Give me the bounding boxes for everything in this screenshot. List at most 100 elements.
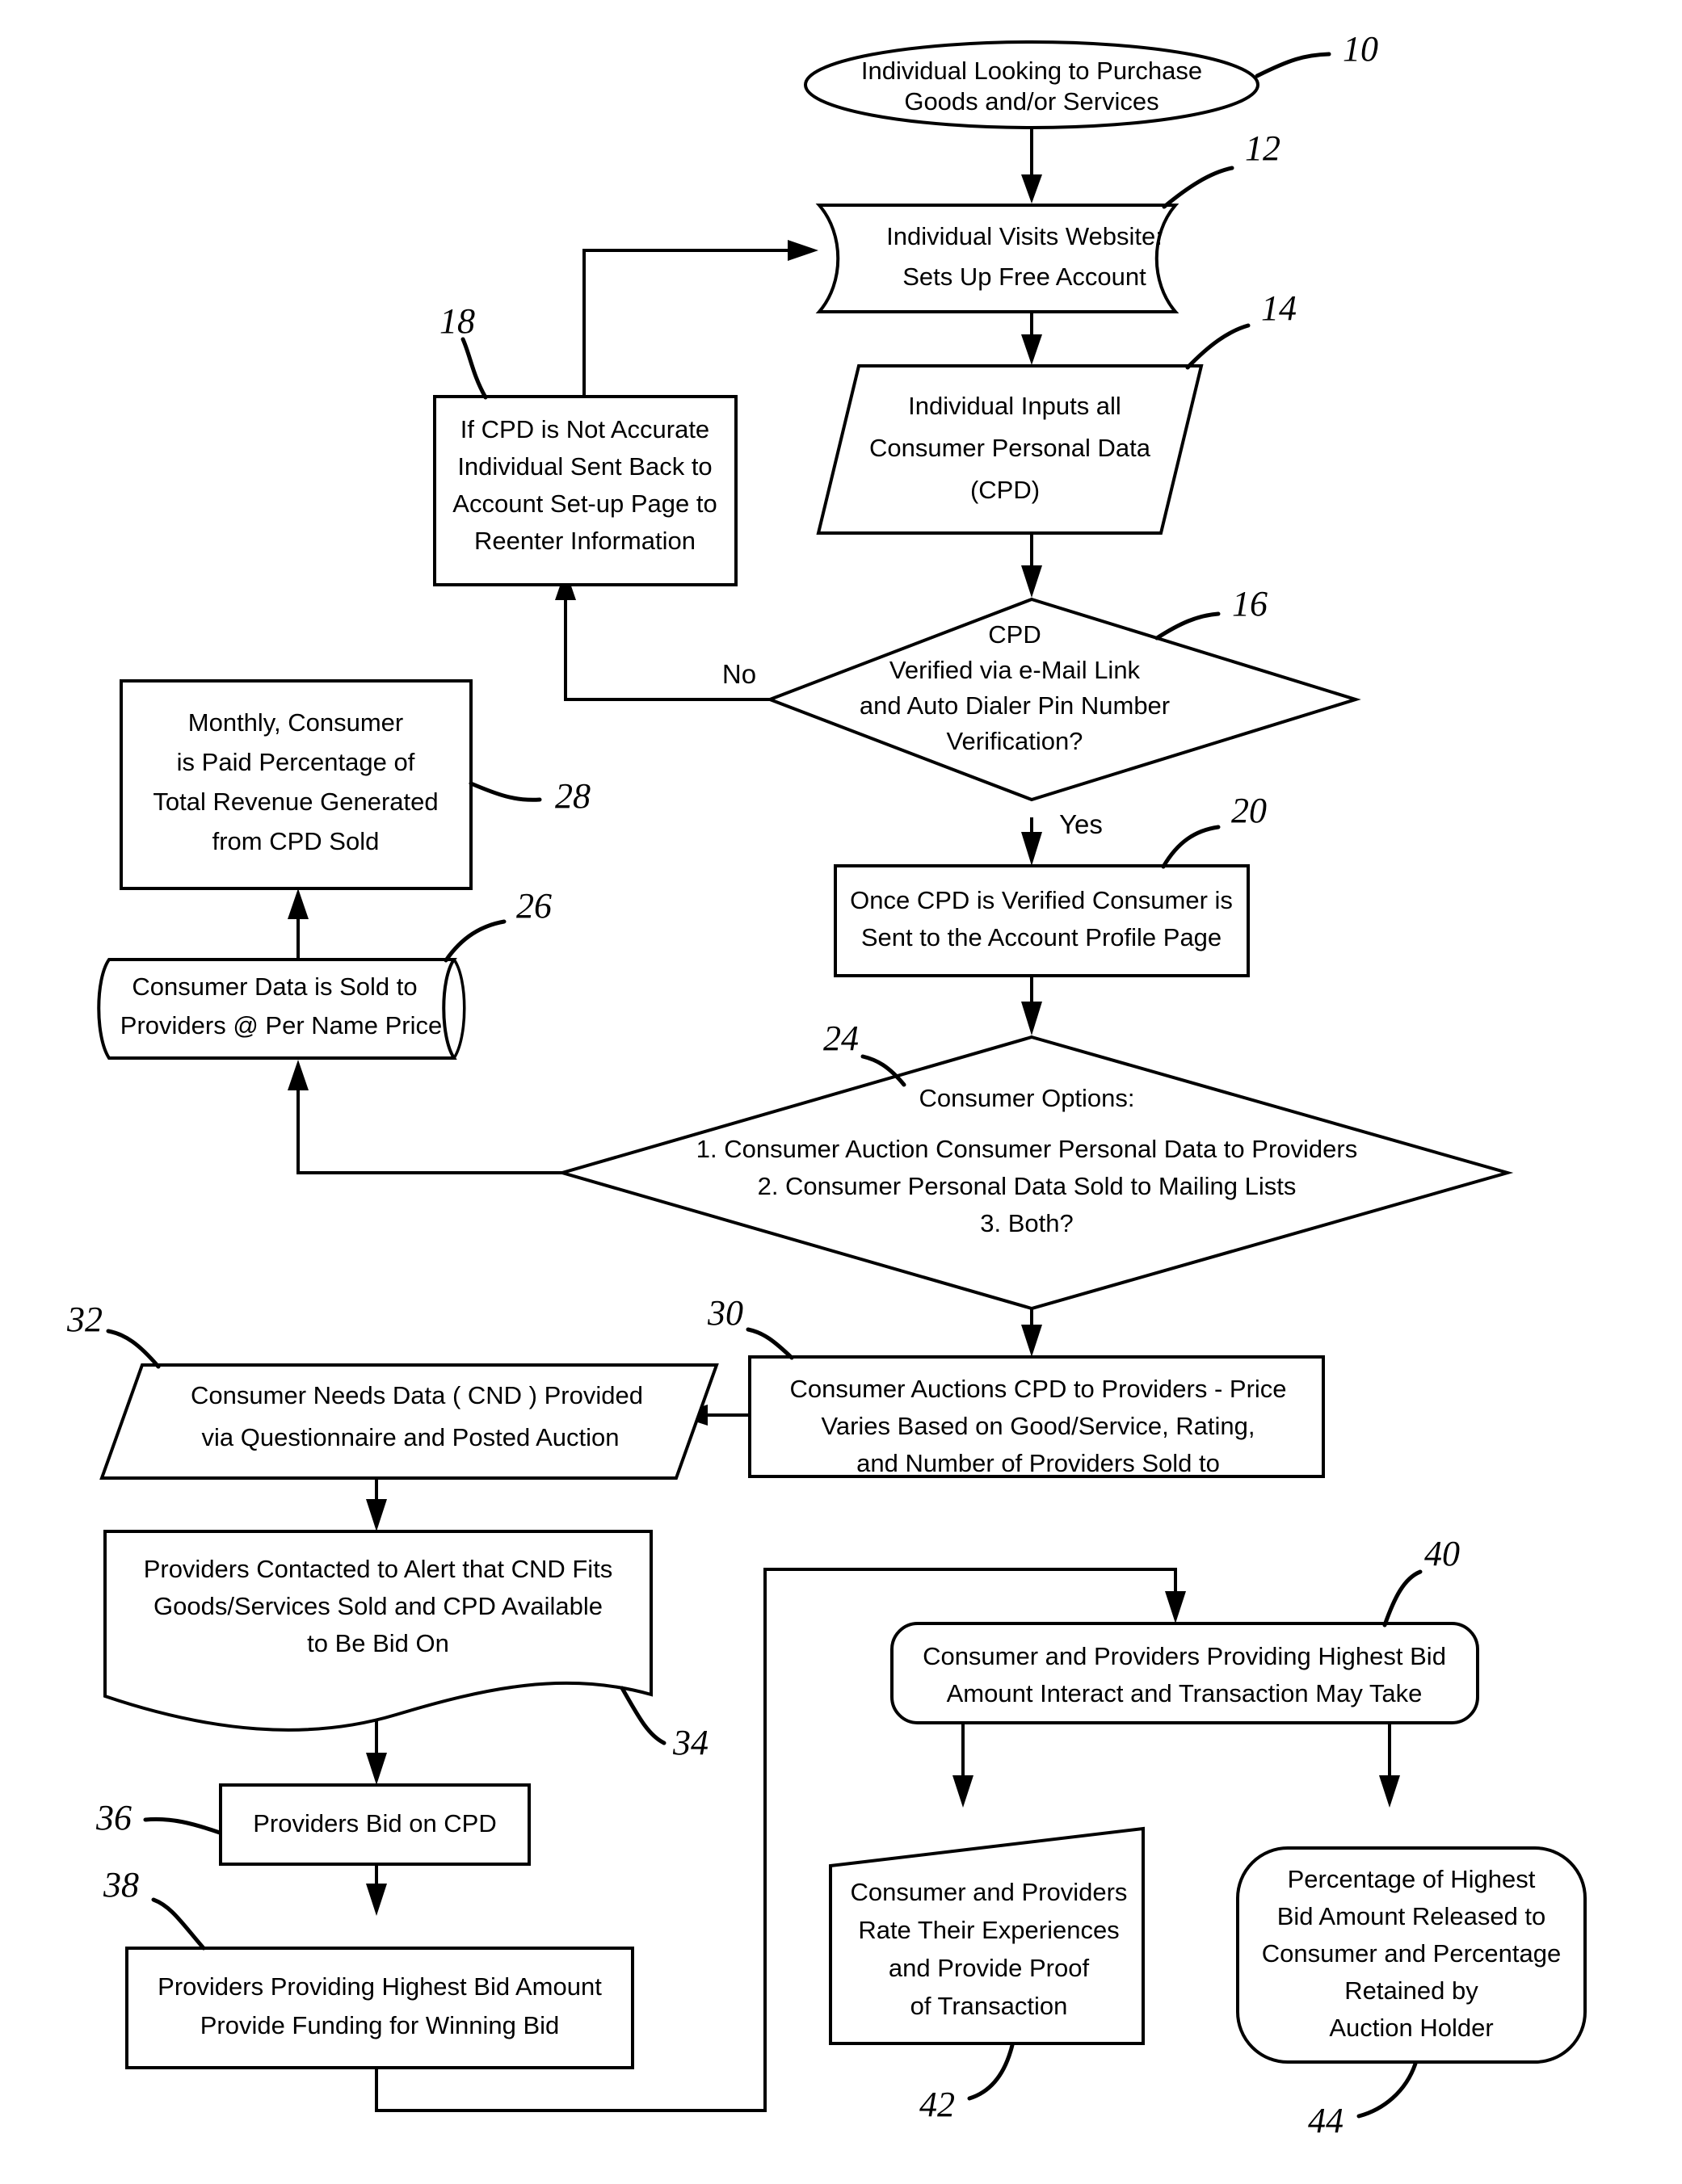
ref-num-24: 24 [823, 1018, 859, 1058]
node-18-line-0: If CPD is Not Accurate [460, 415, 709, 443]
leader-16 [1154, 611, 1221, 640]
leader-44 [1356, 2061, 1418, 2119]
ref-12-leader: 12 [1162, 128, 1280, 209]
ref-24-leader: 24 [823, 1018, 906, 1087]
edge-label-no: No [722, 659, 756, 689]
node-44-line-0: Percentage of Highest [1288, 1865, 1536, 1893]
node-24-line-2: 1. Consumer Auction Consumer Personal Da… [696, 1135, 1357, 1163]
ref-40-leader: 40 [1382, 1534, 1460, 1628]
ref-num-38: 38 [103, 1865, 139, 1905]
node-16-line-1: Verified via e-Mail Link [889, 656, 1141, 684]
node-40-line-0: Consumer and Providers Providing Highest… [923, 1642, 1446, 1670]
node-12-line-0: Individual Visits Website: [886, 222, 1163, 250]
node-20-line-1: Sent to the Account Profile Page [861, 923, 1222, 951]
leader-34 [620, 1686, 666, 1745]
node-32-consumer-needs-data-questionnaire[interactable]: Consumer Needs Data ( CND ) Provided via… [99, 1363, 719, 1480]
arrowhead-12-14 [1021, 334, 1042, 365]
node-40-consumer-providers-interact[interactable]: Consumer and Providers Providing Highest… [890, 1622, 1479, 1724]
node-36-providers-bid-on-cpd[interactable]: Providers Bid on CPD [219, 1783, 531, 1866]
leader-18 [460, 337, 488, 400]
node-34-providers-contacted-alert[interactable]: Providers Contacted to Alert that CND Fi… [103, 1530, 653, 1732]
arrowhead-40-42 [952, 1775, 973, 1808]
ref-num-20: 20 [1231, 791, 1267, 830]
arrowhead-40-44 [1379, 1775, 1400, 1808]
edge-24-to-26 [296, 1077, 562, 1174]
node-34-line-1: Goods/Services Sold and CPD Available [153, 1592, 603, 1620]
node-26-consumer-data-sold-to-providers[interactable]: Consumer Data is Sold to Providers @ Per… [97, 958, 466, 1060]
node-28-monthly-consumer-paid-percentage[interactable]: Monthly, Consumer is Paid Percentage of … [120, 679, 473, 890]
edge-label-yes: Yes [1059, 809, 1103, 839]
node-18-cpd-not-accurate-reenter[interactable]: If CPD is Not Accurate Individual Sent B… [433, 395, 738, 586]
node-20-cpd-verified-account-profile[interactable]: Once CPD is Verified Consumer is Sent to… [834, 864, 1250, 977]
leader-10 [1255, 52, 1331, 78]
ref-38-leader: 38 [103, 1865, 206, 1951]
ref-14-leader: 14 [1185, 288, 1297, 370]
node-40-line-1: Amount Interact and Transaction May Take [947, 1679, 1423, 1707]
node-38-providers-highest-bid-funding[interactable]: Providers Providing Highest Bid Amount P… [125, 1947, 634, 2069]
ref-num-18: 18 [439, 301, 475, 341]
ref-28-leader: 28 [469, 776, 591, 816]
ref-num-34: 34 [672, 1723, 709, 1762]
node-12-individual-visits-website[interactable]: Individual Visits Website: Sets Up Free … [815, 204, 1180, 313]
leader-32 [106, 1329, 161, 1369]
node-42-line-2: and Provide Proof [889, 1954, 1090, 1982]
node-30-consumer-auctions-cpd[interactable]: Consumer Auctions CPD to Providers - Pri… [748, 1355, 1325, 1478]
arrowhead-36-38 [366, 1884, 387, 1916]
node-12-shape [815, 204, 1180, 313]
ref-18-leader: 18 [439, 301, 488, 400]
node-18-line-2: Account Set-up Page to [452, 489, 717, 518]
ref-30-leader: 30 [707, 1293, 794, 1360]
node-26-line-0: Consumer Data is Sold to [132, 972, 417, 1001]
ref-26-leader: 26 [444, 886, 552, 963]
ref-num-42: 42 [919, 2085, 955, 2124]
ref-42-leader: 42 [919, 2043, 1015, 2124]
leader-20 [1161, 825, 1221, 869]
ref-10-leader: 10 [1255, 29, 1378, 78]
node-40-shape [890, 1622, 1479, 1724]
node-30-line-0: Consumer Auctions CPD to Providers - Pri… [789, 1375, 1286, 1403]
arrowhead-18-12 [788, 240, 818, 261]
node-36-line-0: Providers Bid on CPD [253, 1809, 497, 1838]
node-16-line-2: and Auto Dialer Pin Number [860, 691, 1170, 720]
node-44-line-3: Retained by [1344, 1976, 1478, 2005]
node-42-line-0: Consumer and Providers [851, 1878, 1128, 1906]
leader-12 [1162, 166, 1234, 209]
node-18-line-1: Individual Sent Back to [457, 452, 712, 481]
node-44-line-2: Consumer and Percentage [1262, 1939, 1562, 1968]
arrowhead-32-34 [366, 1499, 387, 1531]
node-32-line-1: via Questionnaire and Posted Auction [201, 1423, 619, 1451]
arrowhead-24-26 [288, 1060, 309, 1090]
node-28-line-1: is Paid Percentage of [177, 748, 415, 776]
node-10-individual-looking-to-purchase[interactable]: Individual Looking to Purchase Goods and… [804, 40, 1259, 129]
node-44-percentage-released-retained[interactable]: Percentage of Highest Bid Amount Release… [1236, 1846, 1587, 2064]
leader-28 [469, 781, 542, 802]
node-44-line-4: Auction Holder [1329, 2014, 1493, 2042]
node-24-consumer-options-decision[interactable]: Consumer Options: 1. Consumer Auction Co… [556, 1035, 1514, 1311]
node-10-line-1: Goods and/or Services [904, 87, 1158, 116]
node-42-line-1: Rate Their Experiences [858, 1916, 1119, 1944]
node-20-line-0: Once CPD is Verified Consumer is [850, 886, 1233, 914]
leader-40 [1382, 1569, 1423, 1628]
node-28-line-0: Monthly, Consumer [188, 708, 403, 737]
node-14-individual-inputs-cpd[interactable]: Individual Inputs all Consumer Personal … [816, 364, 1204, 535]
node-34-line-0: Providers Contacted to Alert that CND Fi… [144, 1555, 613, 1583]
ref-num-12: 12 [1245, 128, 1280, 168]
flowchart-diagram: No Yes Individual Looking to Purchase Go… [0, 0, 1682, 2184]
node-14-line-1: Consumer Personal Data [869, 434, 1151, 462]
node-42-rate-experiences-proof[interactable]: Consumer and Providers Rate Their Experi… [829, 1826, 1145, 2045]
ref-num-14: 14 [1261, 288, 1297, 328]
node-16-line-0: CPD [988, 620, 1041, 649]
node-14-line-0: Individual Inputs all [908, 392, 1121, 420]
ref-num-32: 32 [66, 1300, 103, 1339]
node-24-line-3: 2. Consumer Personal Data Sold to Mailin… [758, 1172, 1297, 1200]
arrowhead-16-20 [1021, 832, 1042, 866]
ref-20-leader: 20 [1161, 791, 1267, 869]
arrowhead-20-24 [1021, 1002, 1042, 1035]
ref-16-leader: 16 [1154, 584, 1268, 640]
arrowhead-24-30 [1021, 1325, 1042, 1357]
node-28-line-2: Total Revenue Generated [153, 788, 438, 816]
leader-42 [967, 2043, 1015, 2101]
node-16-cpd-verified-decision[interactable]: CPD Verified via e-Mail Link and Auto Di… [765, 597, 1361, 802]
node-24-line-4: 3. Both? [980, 1209, 1073, 1237]
node-38-line-0: Providers Providing Highest Bid Amount [158, 1972, 602, 2001]
